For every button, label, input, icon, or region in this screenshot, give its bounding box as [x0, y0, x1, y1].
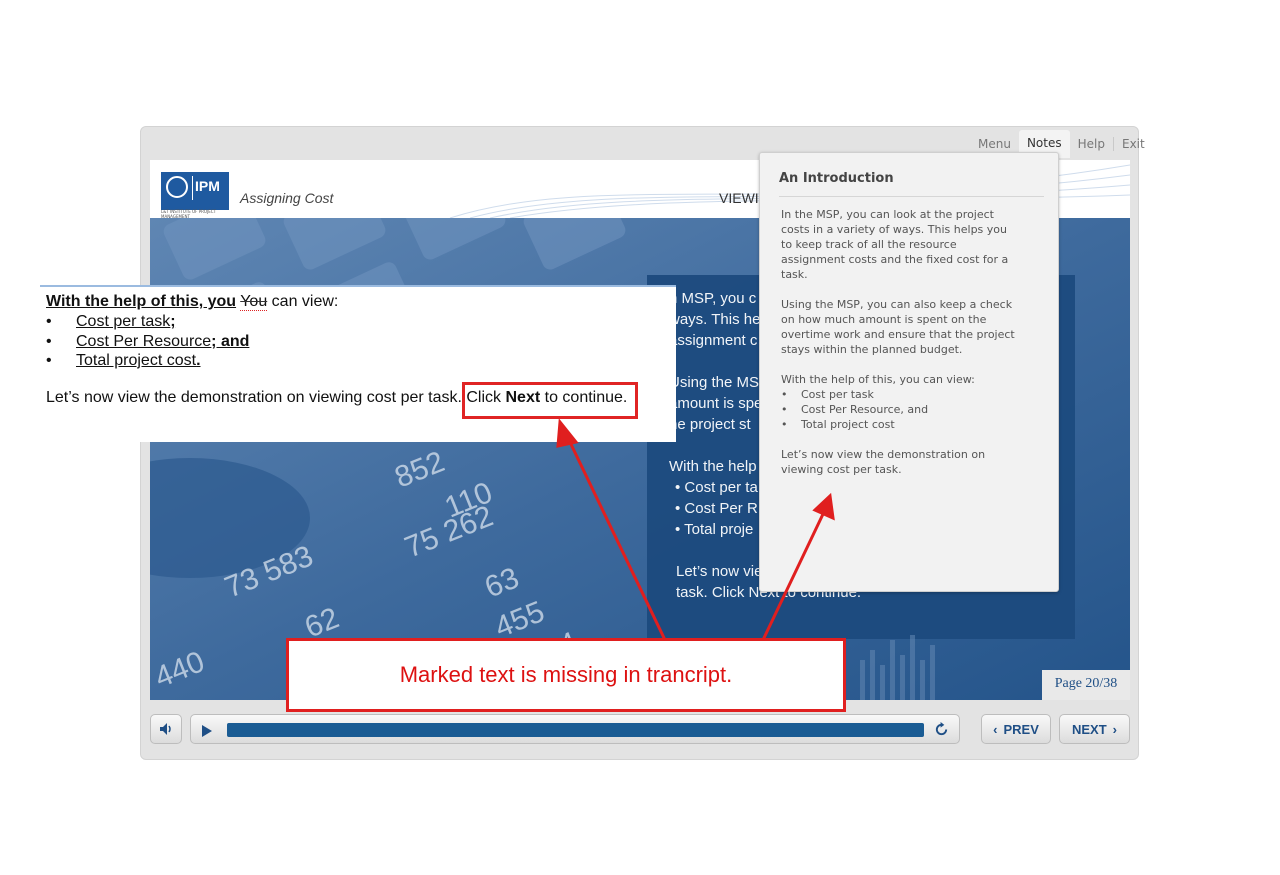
panel-line: With the help: [669, 458, 757, 475]
play-icon: [202, 725, 212, 737]
panel-line: assignment c: [669, 332, 758, 349]
panel-line: • Cost Per R: [675, 500, 758, 517]
transcript-item-text: Cost per task: [76, 313, 171, 330]
replay-button[interactable]: [934, 722, 949, 741]
notes-list-item: Cost per task: [781, 387, 1021, 402]
transcript-item-text: Total project cost: [76, 352, 197, 369]
annotation-callout: Marked text is missing in trancript.: [286, 638, 846, 712]
notes-title: An Introduction: [779, 171, 894, 186]
transcript-heading-line: With the help of this, you You can view:: [46, 293, 338, 311]
panel-line: ways. This he: [669, 311, 761, 328]
transcript-demo-text: Let’s now view the demonstration on view…: [46, 389, 462, 406]
transcript-top-border: [40, 285, 676, 287]
notes-list-item: Total project cost: [781, 417, 1021, 432]
bullet-glyph: •: [46, 352, 52, 369]
notes-paragraph: Let’s now view the demonstration on view…: [781, 448, 986, 476]
transcript-list-item: Total project cost.: [76, 352, 201, 370]
notes-divider: [779, 196, 1044, 197]
chevron-left-icon: ‹: [993, 721, 998, 737]
play-button[interactable]: [201, 723, 213, 742]
bullet-glyph: •: [46, 313, 52, 330]
notes-list: Cost per task Cost Per Resource, and Tot…: [781, 387, 1021, 432]
notes-paragraph: In the MSP, you can look at the project …: [781, 208, 1009, 281]
logo-subtext: L&T INSTITUTE OF PROJECT MANAGEMENT: [161, 209, 217, 219]
logo-text: IPM: [195, 178, 220, 194]
progress-bar-container: [190, 714, 960, 744]
panel-line: • Total proje: [675, 521, 754, 538]
progress-fill: [227, 723, 924, 737]
page-counter: Page 20/38: [1042, 670, 1130, 700]
notes-list-item: Cost Per Resource, and: [781, 402, 1021, 417]
panel-line: Using the MS: [669, 374, 760, 391]
panel-line: he project st: [669, 416, 751, 433]
transcript-item-suffix: .: [196, 352, 201, 369]
notes-panel: An Introduction In the MSP, you can look…: [759, 152, 1059, 592]
notes-paragraph: Using the MSP, you can also keep a check…: [781, 298, 1015, 356]
transcript-heading-bold: With the help of this, you: [46, 293, 237, 310]
lt-logo-icon: [166, 176, 188, 198]
panel-line: Let’s now vie: [676, 563, 763, 580]
next-label: NEXT: [1071, 721, 1107, 737]
transcript-deleted-word: You: [240, 293, 268, 311]
chevron-right-icon: ›: [1112, 721, 1117, 737]
transcript-item-suffix: ; and: [211, 333, 250, 350]
prev-label: PREV: [1003, 721, 1039, 737]
notes-body: In the MSP, you can look at the project …: [781, 207, 1021, 492]
next-button[interactable]: NEXT ›: [1059, 714, 1130, 744]
help-link[interactable]: Help: [1070, 132, 1113, 156]
ipm-logo: IPM L&T INSTITUTE OF PROJECT MANAGEMENT: [161, 172, 229, 219]
transcript-heading-rest: can view:: [271, 293, 339, 310]
logo-divider: [192, 176, 193, 200]
panel-line: n MSP, you c: [669, 290, 757, 307]
transcript-item-text: Cost Per Resource: [76, 333, 212, 350]
bullet-glyph: •: [46, 333, 52, 350]
exit-link[interactable]: Exit: [1114, 132, 1153, 156]
progress-track[interactable]: [227, 723, 924, 737]
panel-line: amount is spe: [669, 395, 763, 412]
transcript-list-item: Cost Per Resource; and: [76, 333, 249, 351]
transcript-list-item: Cost per task;: [76, 313, 176, 331]
transcript-item-suffix: ;: [170, 313, 176, 330]
volume-button[interactable]: [150, 714, 182, 744]
panel-line: • Cost per ta: [675, 479, 758, 496]
prev-button[interactable]: ‹ PREV: [981, 714, 1051, 744]
course-title: Assigning Cost: [240, 190, 334, 206]
replay-icon: [935, 722, 948, 736]
notes-paragraph: With the help of this, you can view:: [781, 373, 975, 386]
playback-controls: ‹ PREV NEXT ›: [150, 714, 1130, 746]
speaker-icon: [160, 723, 171, 735]
highlight-box: [462, 382, 638, 419]
